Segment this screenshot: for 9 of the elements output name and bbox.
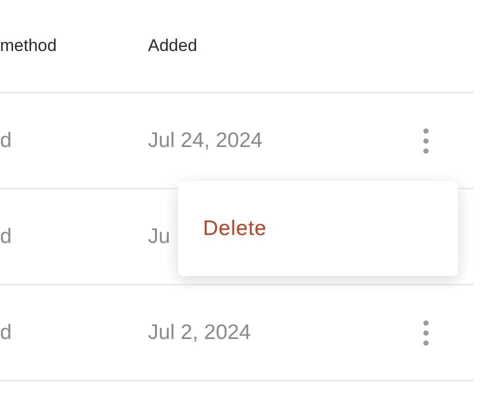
table-cell-text: d: [0, 224, 13, 250]
column-header: method: [0, 35, 58, 58]
table-cell-text: d: [0, 128, 13, 154]
table-cell-text: Ju: [148, 224, 170, 250]
table-cell-text: Jul 2, 2024: [148, 320, 251, 346]
table-cell-text: d: [0, 320, 13, 346]
delete-menu-item[interactable]: Delete: [188, 206, 448, 250]
column-header: Added: [148, 35, 198, 58]
table-cell-text: Jul 24, 2024: [148, 128, 262, 154]
